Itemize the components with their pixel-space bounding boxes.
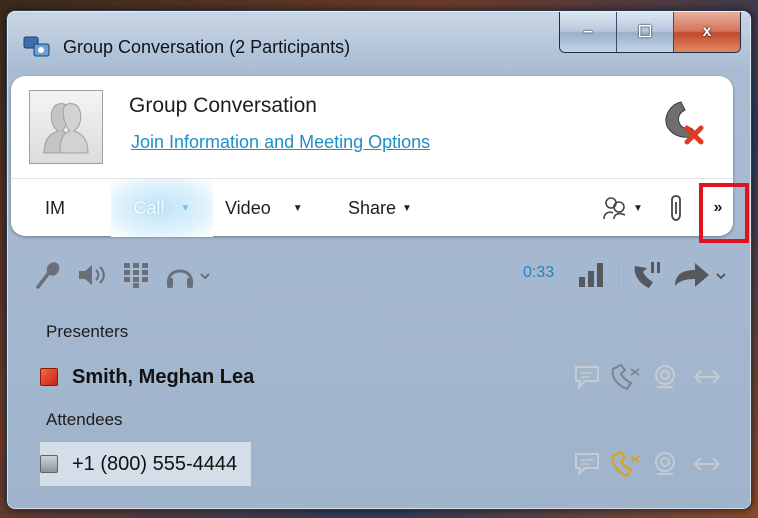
call-label: Call [133,197,165,218]
more-options-button[interactable]: » [701,179,735,237]
phone-presence-icon [40,455,58,473]
minimize-icon: – [583,23,593,40]
chevron-down-icon: ▼ [402,202,412,214]
participant-actions [573,357,733,397]
participant-name: +1 (800) 555-4444 [72,452,238,475]
signal-bars-icon [579,263,603,287]
window-title: Group Conversation (2 Participants) [63,37,351,57]
title-bar[interactable]: Group Conversation (2 Participants) – ☐ … [7,11,751,69]
im-button[interactable]: IM [45,179,65,237]
double-chevron-right-icon: » [713,199,723,216]
video-button[interactable]: Video ▼ [225,179,303,237]
app-icon [23,35,51,59]
video-icon[interactable] [651,450,681,478]
avatar [29,90,103,164]
transfer-icon[interactable] [691,450,721,478]
transfer-icon[interactable] [691,363,721,391]
hold-icon [634,262,660,288]
hangup-button[interactable] [657,96,707,146]
mute-button[interactable] [35,258,63,292]
call-icon[interactable] [609,450,640,478]
participant-name: Smith, Meghan Lea [72,365,255,388]
participant-row[interactable]: Smith, Meghan Lea [40,357,254,397]
hangup-icon [665,101,704,145]
video-label: Video [225,197,271,218]
im-label: IM [45,197,65,218]
audio-device-button[interactable] [165,258,213,292]
attachment-button[interactable] [669,179,685,237]
headset-icon [167,269,210,288]
media-controls: 0:33 [11,252,741,298]
maximize-button[interactable]: ☐ [616,12,673,52]
microphone-icon [36,262,60,289]
participant-row[interactable]: +1 (800) 555-4444 [40,442,252,486]
conversation-header: Group Conversation Join Information and … [11,76,733,237]
dialpad-button[interactable] [123,258,149,292]
dialpad-icon [124,263,148,288]
minimize-button[interactable]: – [560,12,616,52]
attendees-section-label: Attendees [46,410,123,429]
paperclip-icon [671,195,681,221]
call-timer: 0:33 [523,264,555,281]
maximize-icon: ☐ [637,24,653,41]
conversation-toolbar: IM Call ▼ Video ▼ Share ▼ ▼ » [11,178,733,237]
presence-busy-icon [40,368,58,386]
people-icon [603,197,626,220]
im-icon[interactable] [573,363,603,391]
close-icon: x [702,23,712,40]
speaker-icon [79,265,105,285]
close-button[interactable]: x [673,12,740,52]
share-label: Share [348,197,397,218]
chevron-down-icon[interactable]: ▼ [293,203,303,214]
participant-actions [573,444,733,484]
chevron-down-icon: ▼ [633,202,643,214]
call-quality-indicator[interactable] [577,258,607,292]
forward-arrow-icon [675,263,726,287]
call-button[interactable]: Call ▼ [111,179,213,237]
conversation-title: Group Conversation [129,94,317,117]
presenters-section-label: Presenters [46,322,129,341]
call-icon[interactable] [609,363,640,391]
avatar-icon [43,103,89,154]
speaker-button[interactable] [77,258,109,292]
im-icon[interactable] [573,450,603,478]
transfer-call-button[interactable] [671,258,731,292]
share-button[interactable]: Share ▼ [348,179,412,237]
caption-buttons: – ☐ x [559,12,741,53]
divider [618,260,619,292]
chevron-down-icon[interactable]: ▼ [181,203,191,214]
hold-button[interactable] [631,258,663,292]
join-info-link[interactable]: Join Information and Meeting Options [131,132,430,153]
people-options-button[interactable]: ▼ [601,179,643,237]
video-icon[interactable] [651,363,681,391]
